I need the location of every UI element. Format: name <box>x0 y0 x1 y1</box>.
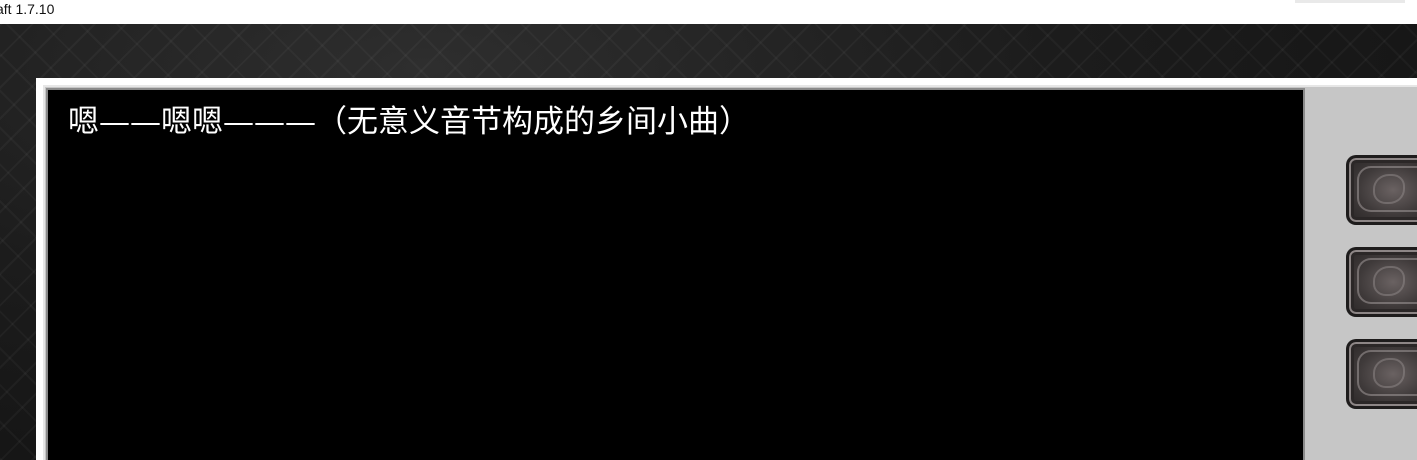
side-option-button-3[interactable] <box>1346 339 1417 409</box>
side-option-button-2[interactable] <box>1346 247 1417 317</box>
swirl-icon <box>1373 174 1405 204</box>
window-titlebar: aft 1.7.10 <box>0 0 1417 24</box>
dialog-panel-body: 嗯——嗯嗯———（无意义音节构成的乡间小曲） <box>43 85 1417 460</box>
dialog-line: 嗯——嗯嗯———（无意义音节构成的乡间小曲） <box>68 104 750 140</box>
side-option-button-1[interactable] <box>1346 155 1417 225</box>
dialog-panel: 嗯——嗯嗯———（无意义音节构成的乡间小曲） <box>36 78 1417 460</box>
swirl-icon <box>1373 358 1405 388</box>
swirl-icon <box>1373 266 1405 296</box>
game-viewport: 嗯——嗯嗯———（无意义音节构成的乡间小曲） <box>0 24 1417 460</box>
side-button-column <box>1346 155 1417 415</box>
window-title: aft 1.7.10 <box>0 1 55 17</box>
dialog-text-area: 嗯——嗯嗯———（无意义音节构成的乡间小曲） <box>48 90 1303 460</box>
titlebar-edge <box>1295 0 1405 3</box>
